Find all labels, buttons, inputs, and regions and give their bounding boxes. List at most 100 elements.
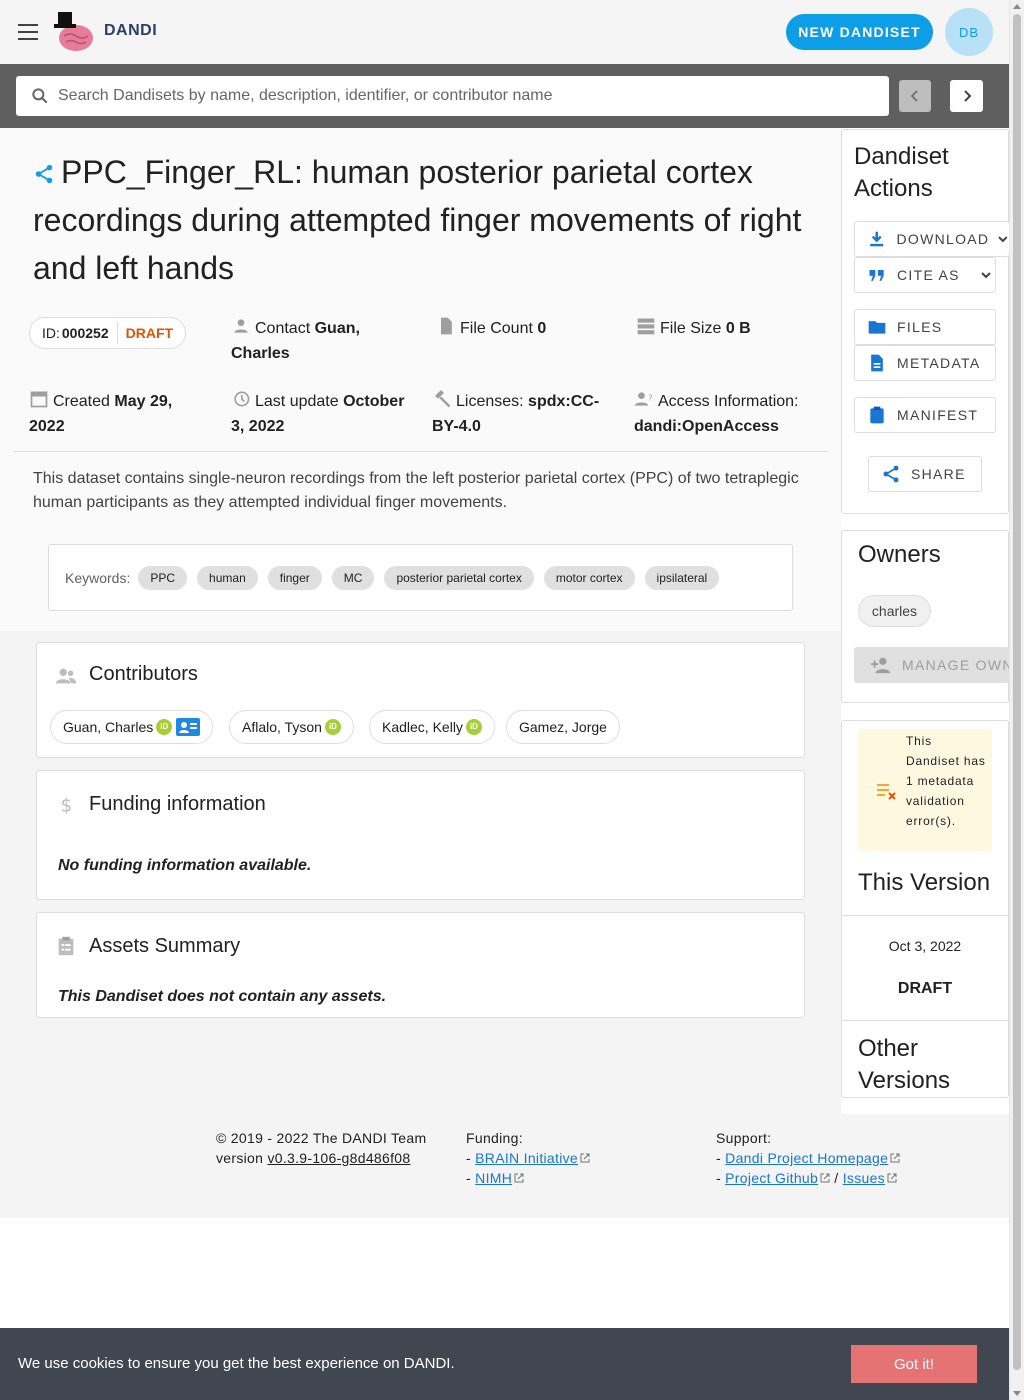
- clipboard-icon: [870, 406, 884, 424]
- svg-text:?: ?: [648, 393, 652, 403]
- search-input[interactable]: Search Dandisets by name, description, i…: [16, 76, 889, 116]
- external-link-icon: [820, 1173, 830, 1183]
- app-bar: DANDI NEW DANDISET DB: [0, 0, 1009, 64]
- download-icon: [870, 231, 884, 247]
- chevron-left-icon: [910, 90, 918, 102]
- svg-text:$: $: [61, 795, 73, 815]
- version-name[interactable]: DRAFT: [842, 980, 1008, 998]
- metadata-button[interactable]: METADATA: [854, 345, 996, 381]
- keyword-chip: motor cortex: [543, 565, 635, 590]
- next-dandiset-button[interactable]: [950, 80, 983, 112]
- orcid-icon[interactable]: iD: [465, 719, 482, 735]
- scroll-down-icon[interactable]: [1013, 1391, 1021, 1396]
- cookie-banner: We use cookies to ensure you get the bes…: [0, 1328, 1009, 1400]
- access-info: ? Access Information: dandi:OpenAccess: [634, 389, 819, 439]
- contributors-title: Contributors: [89, 663, 198, 685]
- search-toolbar: Search Dandisets by name, description, i…: [0, 64, 1009, 128]
- contributor-name: Guan, Charles: [63, 719, 154, 735]
- file-size-label: File Size: [660, 320, 722, 337]
- chevron-right-icon: [963, 90, 971, 102]
- keyword-chip: PPC: [138, 565, 188, 590]
- external-link-icon: [514, 1173, 524, 1183]
- footer-funding: Funding: - BRAIN Initiative - NIMH: [466, 1128, 590, 1188]
- dandi-homepage-link[interactable]: Dandi Project Homepage: [725, 1150, 888, 1166]
- contributor-chip[interactable]: Aflalo, Tyson iD: [229, 710, 354, 744]
- footer-dash: -: [466, 1170, 471, 1186]
- validation-warning[interactable]: This Dandiset has 1 metadata validation …: [858, 729, 992, 851]
- chevron-down-icon: [998, 236, 1008, 243]
- issues-link[interactable]: Issues: [843, 1170, 885, 1186]
- footer-team: © 2019 - 2022 The DANDI Team version v0.…: [216, 1128, 426, 1168]
- download-label: DOWNLOAD: [896, 231, 990, 247]
- assets-empty-message: This Dandiset does not contain any asset…: [58, 988, 387, 1005]
- download-button[interactable]: DOWNLOAD: [854, 221, 1009, 257]
- playlist-remove-icon: [877, 784, 896, 800]
- orcid-icon[interactable]: iD: [156, 719, 173, 735]
- scroll-up-icon[interactable]: [1013, 4, 1021, 9]
- brand-name[interactable]: DANDI: [104, 22, 157, 40]
- header-divider: [13, 451, 828, 452]
- chevron-down-icon: [981, 272, 991, 279]
- page-title: PPC_Finger_RL: human posterior parietal …: [33, 148, 823, 292]
- project-github-link[interactable]: Project Github: [725, 1170, 818, 1186]
- footer-version-link[interactable]: v0.3.9-106-g8d486f08: [267, 1150, 410, 1166]
- history-icon: [234, 391, 250, 407]
- contact-label: Contact: [255, 320, 311, 337]
- share-button[interactable]: SHARE: [868, 456, 982, 492]
- file-size-info: File Size 0 B: [636, 316, 816, 341]
- files-button[interactable]: FILES: [854, 309, 996, 345]
- version-date: Oct 3, 2022: [888, 938, 962, 954]
- cite-as-button[interactable]: CITE AS: [854, 257, 996, 293]
- manifest-button[interactable]: MANIFEST: [854, 397, 996, 433]
- dandi-logo[interactable]: [52, 10, 96, 54]
- search-icon: [32, 88, 48, 104]
- licenses-label: Licenses:: [456, 393, 524, 410]
- dandiset-title: PPC_Finger_RL: human posterior parietal …: [33, 154, 802, 286]
- brain-initiative-link[interactable]: BRAIN Initiative: [475, 1150, 578, 1166]
- add-person-icon: [871, 657, 891, 674]
- cookie-accept-button[interactable]: Got it!: [851, 1345, 977, 1383]
- new-dandiset-button[interactable]: NEW DANDISET: [786, 14, 933, 50]
- file-count-label: File Count: [460, 320, 533, 337]
- funding-title: Funding information: [89, 793, 266, 815]
- orcid-icon[interactable]: iD: [324, 719, 341, 735]
- metadata-label: METADATA: [897, 355, 981, 371]
- manage-owners-button[interactable]: MANAGE OWNERS: [854, 647, 1009, 683]
- prev-dandiset-button[interactable]: [899, 80, 931, 112]
- file-count-info: File Count 0: [436, 316, 616, 341]
- folder-icon: [868, 321, 886, 334]
- footer-copyright: © 2019 - 2022 The DANDI Team: [216, 1130, 427, 1146]
- footer-version-label: version: [216, 1150, 264, 1166]
- contributor-chip[interactable]: Gamez, Jorge: [506, 710, 620, 744]
- version-divider: [842, 915, 1008, 916]
- external-link-icon: [580, 1153, 590, 1163]
- owner-chip[interactable]: charles: [858, 595, 931, 627]
- menu-icon[interactable]: [18, 24, 38, 40]
- file-size-value: 0 B: [725, 320, 751, 337]
- keyword-chip: ipsilateral: [644, 565, 720, 590]
- keywords-card: Keywords: PPC human finger MC posterior …: [48, 544, 793, 611]
- version-divider: [842, 1020, 1008, 1021]
- scrollbar-thumb[interactable]: [1013, 14, 1021, 1370]
- dollar-icon: $: [61, 795, 73, 815]
- manage-owners-label: MANAGE OWNERS: [902, 657, 1009, 673]
- person-icon: [234, 319, 248, 333]
- keyword-chip: finger: [267, 565, 322, 590]
- share-icon[interactable]: [33, 163, 55, 185]
- page-scrollbar[interactable]: [1009, 0, 1024, 1400]
- contact-card-icon[interactable]: [176, 718, 201, 736]
- quote-icon: [869, 270, 884, 281]
- calendar-icon: [30, 391, 48, 408]
- contributor-chip[interactable]: Guan, Charles iD: [50, 710, 214, 744]
- gavel-icon: [435, 389, 451, 408]
- footer-support-label: Support:: [716, 1130, 772, 1146]
- contributor-name: Kadlec, Kelly: [382, 719, 463, 735]
- share-icon: [883, 465, 899, 483]
- chip-divider: [116, 322, 118, 344]
- files-label: FILES: [897, 319, 943, 335]
- contributor-chip[interactable]: Kadlec, Kelly iD: [369, 710, 495, 744]
- footer: © 2019 - 2022 The DANDI Team version v0.…: [0, 1114, 1009, 1218]
- external-link-icon: [887, 1173, 897, 1183]
- user-avatar[interactable]: DB: [945, 8, 993, 56]
- nimh-link[interactable]: NIMH: [475, 1170, 512, 1186]
